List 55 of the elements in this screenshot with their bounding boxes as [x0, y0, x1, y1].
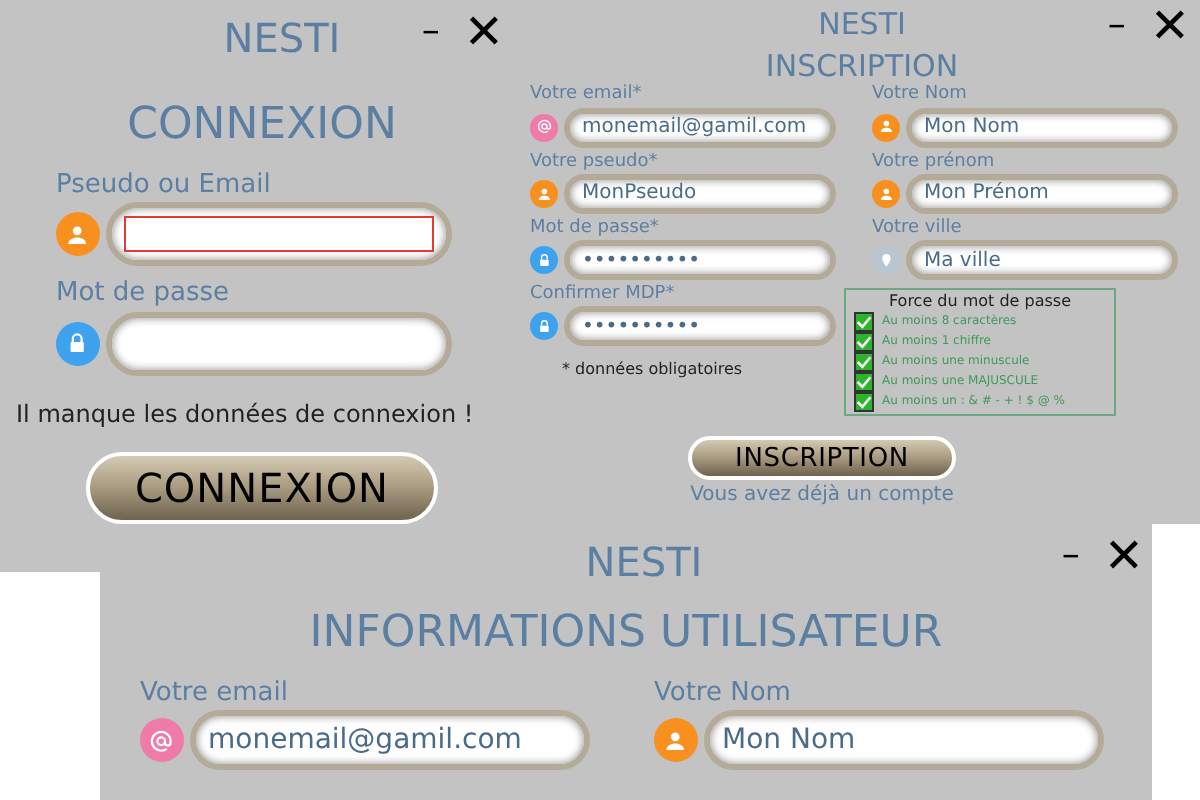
close-button[interactable]: ✕ [1103, 532, 1144, 580]
field-label: Votre email* [530, 84, 644, 107]
lock-icon [56, 321, 100, 365]
input-field[interactable] [106, 202, 452, 267]
field-label: Confirmer MDP* [530, 284, 677, 307]
input-field[interactable]: •••••••••• [564, 240, 836, 280]
field-label: Votre Nom [872, 84, 969, 107]
window-heading: INSCRIPTION [763, 47, 961, 85]
login-button[interactable]: CONNEXION [86, 451, 438, 523]
checkbox[interactable] [854, 312, 874, 332]
input-field[interactable]: monemail@gamil.com [190, 710, 590, 771]
error-message: Il manque les données de connexion ! [16, 397, 468, 431]
user-icon [872, 113, 900, 141]
field-label: Votre ville [872, 217, 964, 240]
input-field[interactable]: Mon Nom [906, 107, 1178, 147]
field-label: Votre Nom [654, 678, 793, 711]
at-sign-icon [530, 113, 558, 141]
app-title: NESTI [223, 12, 341, 66]
checkbox[interactable] [854, 332, 874, 352]
window-heading: CONNEXION [125, 98, 399, 154]
lock-icon [530, 312, 558, 341]
field-label: Mot de passe* [530, 217, 661, 240]
input-field[interactable]: Mon Prénom [906, 173, 1178, 214]
app-title: NESTI [585, 536, 703, 590]
field-label: Mot de passe [56, 278, 232, 311]
at-sign-icon [140, 718, 184, 763]
input-field[interactable]: MonPseudo [564, 173, 836, 214]
user-icon [56, 212, 100, 257]
input-field[interactable]: monemail@gamil.com [564, 107, 836, 147]
checkbox[interactable] [854, 372, 874, 392]
minimize-button[interactable]: – [1107, 8, 1126, 44]
app-title: NESTI [818, 4, 906, 46]
window-heading: INFORMATIONS UTILISATEUR [307, 606, 945, 662]
input-field[interactable]: Mon Nom [704, 710, 1104, 771]
checkbox[interactable] [854, 352, 874, 372]
input-field[interactable]: •••••••••• [564, 306, 836, 347]
close-button[interactable]: ✕ [1149, 2, 1190, 50]
panel-title: Force du mot de passe [886, 292, 1074, 312]
map-pin-icon [872, 246, 900, 274]
input-field[interactable]: Ma ville [906, 240, 1178, 280]
input-field[interactable] [106, 311, 452, 375]
field-label: Votre email [140, 678, 290, 711]
minimize-button[interactable]: – [1061, 538, 1080, 574]
user-icon [530, 179, 558, 208]
field-label: Votre prénom [872, 151, 997, 174]
close-button[interactable]: ✕ [463, 8, 504, 56]
lock-icon [530, 246, 558, 274]
user-icon [654, 718, 698, 763]
minimize-button[interactable]: – [421, 14, 440, 50]
required-note: * données obligatoires [562, 358, 745, 383]
signup-button[interactable]: INSCRIPTION [688, 436, 956, 480]
field-label: Votre pseudo* [530, 151, 660, 174]
field-label: Pseudo ou Email [56, 170, 273, 203]
user-icon [872, 179, 900, 208]
checkbox[interactable] [854, 392, 874, 412]
